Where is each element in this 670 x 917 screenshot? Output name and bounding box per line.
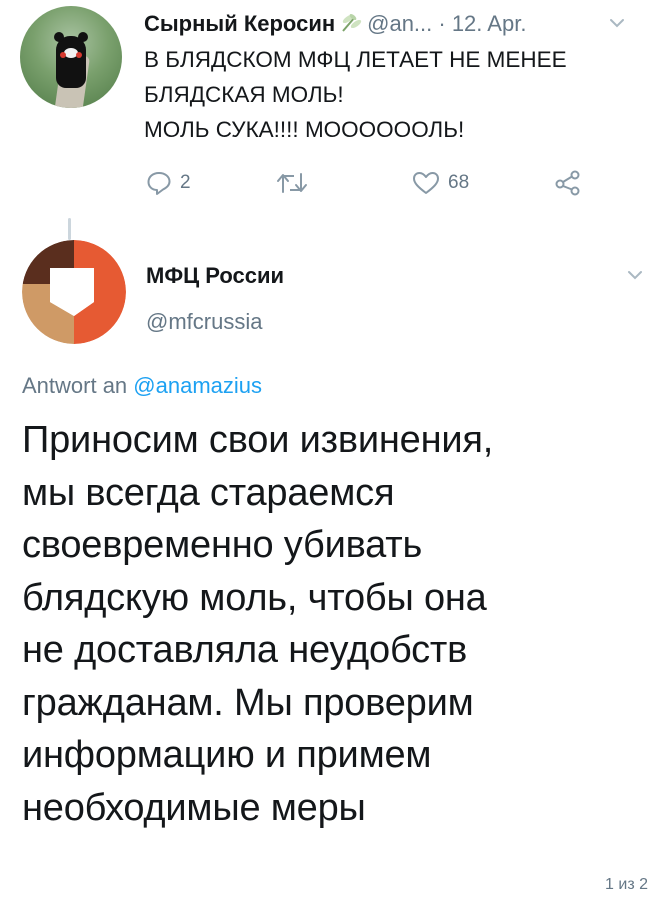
- tweet2-text-line: необходимые меры: [22, 786, 366, 829]
- share-button[interactable]: [554, 170, 582, 196]
- avatar-syrny-kerosin[interactable]: [20, 6, 122, 108]
- retweet-button[interactable]: [276, 170, 316, 196]
- tweet1-text-line: В БЛЯДСКОМ МФЦ ЛЕТАЕТ НЕ МЕНЕЕ: [144, 47, 567, 72]
- reply-count: 2: [180, 172, 191, 193]
- avatar-bear-cheek: [60, 52, 66, 58]
- retweet-icon: [277, 173, 307, 193]
- avatar-bear-cheek: [76, 52, 82, 58]
- tweet2-text-line: мы всегда стараемся: [22, 471, 395, 514]
- page-counter: 1 из 2: [605, 876, 648, 893]
- tweet1-header: Сырный Керосин @an... · 12. Apr.: [144, 10, 526, 40]
- thread-connector-line: [68, 218, 71, 240]
- tweet2-text-line: не доставляла неудобств: [22, 629, 468, 671]
- tweet2-text-line: своевременно убивать: [22, 524, 423, 566]
- tweet1-actions: 2 68: [0, 166, 670, 202]
- reply-to-line: Antwort an @anamazius: [22, 372, 262, 400]
- dragonfly-icon: [339, 11, 363, 40]
- tweet1-handle-time[interactable]: @an... · 12. Apr.: [367, 11, 526, 36]
- chevron-down-icon[interactable]: [626, 266, 644, 284]
- reply-to-prefix: Antwort an: [22, 373, 134, 398]
- tweet2-handle[interactable]: @mfcrussia: [146, 308, 262, 336]
- tweet1-text-line: МОЛЬ СУКА!!!! МООООООЛЬ!: [144, 117, 465, 142]
- avatar-bear-figure: [54, 32, 88, 88]
- tweet2-text-line: информацию и примем: [22, 734, 432, 776]
- like-button[interactable]: 68: [412, 170, 469, 196]
- tweet2-text-line: блядскую моль, чтобы она: [22, 576, 487, 619]
- reply-button[interactable]: 2: [146, 170, 191, 196]
- tweet1-display-name[interactable]: Сырный Керосин: [144, 11, 335, 36]
- reply-icon: [147, 172, 171, 195]
- tweet1-text-line: БЛЯДСКАЯ МОЛЬ!: [144, 82, 344, 107]
- tweet2-text-line: гражданам. Мы проверим: [22, 681, 474, 724]
- tweet2-text-line: Приносим свои извинения,: [22, 419, 494, 461]
- tweet2-text: Приносим свои извинения, мы всегда стара…: [22, 414, 652, 834]
- mfc-logo-icon: [22, 240, 126, 344]
- share-icon: [555, 170, 580, 196]
- chevron-down-icon[interactable]: [608, 14, 626, 32]
- like-icon: [413, 172, 439, 194]
- like-count: 68: [448, 172, 470, 193]
- tweet2-display-name[interactable]: МФЦ России: [146, 262, 284, 290]
- tweet1-text: В БЛЯДСКОМ МФЦ ЛЕТАЕТ НЕ МЕНЕЕ БЛЯДСКАЯ …: [144, 42, 654, 147]
- avatar-mfc-russia[interactable]: [22, 240, 126, 344]
- reply-mention-link[interactable]: @anamazius: [133, 373, 262, 398]
